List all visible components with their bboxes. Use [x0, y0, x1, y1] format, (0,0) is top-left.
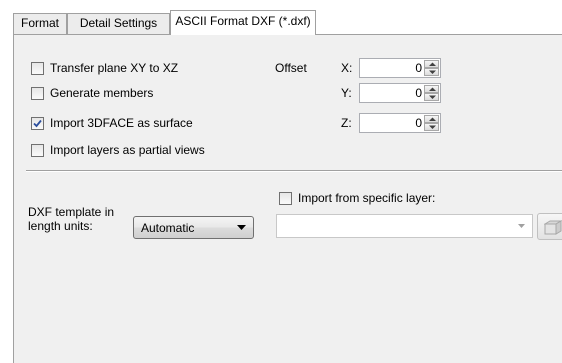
layer-icon [544, 220, 562, 235]
import-3dface-label[interactable]: Import 3DFACE as surface [50, 116, 193, 130]
offset-y-increment-button[interactable] [424, 85, 439, 93]
offset-y-decrement-button[interactable] [424, 93, 439, 101]
offset-x-decrement-button[interactable] [424, 68, 439, 76]
chevron-down-icon [237, 225, 246, 230]
tab-detail-settings-label: Detail Settings [79, 16, 158, 30]
triangle-up-icon [429, 87, 436, 91]
tab-detail-settings[interactable]: Detail Settings [67, 13, 170, 34]
transfer-plane-label[interactable]: Transfer plane XY to XZ [50, 61, 178, 75]
dxf-template-dropdown[interactable]: Automatic [133, 216, 254, 239]
section-divider [26, 170, 562, 172]
triangle-up-icon [429, 117, 436, 121]
offset-x-value: 0 [415, 61, 422, 75]
offset-label: Offset [275, 61, 307, 75]
checkmark-icon [33, 119, 42, 128]
dialog-page: Format Detail Settings ASCII Format DXF … [0, 0, 562, 363]
generate-members-checkbox[interactable] [31, 87, 44, 100]
offset-x-label: X: [341, 61, 353, 75]
offset-z-spinner [424, 115, 439, 131]
tab-format-label: Format [20, 16, 59, 30]
offset-z-field[interactable]: 0 [359, 113, 441, 133]
offset-x-increment-button[interactable] [424, 60, 439, 68]
tab-ascii-format-dxf-label: ASCII Format DXF (*.dxf) [175, 14, 311, 28]
offset-z-increment-button[interactable] [424, 115, 439, 123]
triangle-down-icon [429, 125, 436, 129]
tab-ascii-format-dxf[interactable]: ASCII Format DXF (*.dxf) [170, 10, 316, 35]
offset-x-spinner [424, 60, 439, 76]
offset-y-spinner [424, 85, 439, 101]
dxf-template-label-line1: DXF template in [28, 205, 115, 219]
triangle-down-icon [429, 70, 436, 74]
offset-y-value: 0 [415, 86, 422, 100]
specific-layer-dropdown[interactable] [276, 214, 533, 238]
import-specific-layer-checkbox[interactable] [279, 192, 292, 205]
generate-members-label[interactable]: Generate members [50, 86, 153, 100]
transfer-plane-checkbox[interactable] [31, 62, 44, 75]
import-layers-label[interactable]: Import layers as partial views [50, 143, 205, 157]
tab-format[interactable]: Format [13, 13, 67, 34]
offset-x-field[interactable]: 0 [359, 58, 441, 78]
offset-y-field[interactable]: 0 [359, 83, 441, 103]
select-layer-button[interactable] [537, 213, 562, 240]
import-3dface-checkbox[interactable] [31, 117, 44, 130]
offset-z-label: Z: [341, 116, 352, 130]
offset-y-label: Y: [341, 86, 352, 100]
dxf-template-label-line2: length units: [28, 219, 93, 233]
offset-z-value: 0 [415, 116, 422, 130]
triangle-down-icon [429, 95, 436, 99]
triangle-up-icon [429, 62, 436, 66]
offset-z-decrement-button[interactable] [424, 123, 439, 131]
import-specific-layer-label[interactable]: Import from specific layer: [298, 191, 435, 205]
chevron-down-icon [518, 224, 525, 228]
import-layers-checkbox[interactable] [31, 144, 44, 157]
dxf-template-selected: Automatic [141, 221, 195, 235]
